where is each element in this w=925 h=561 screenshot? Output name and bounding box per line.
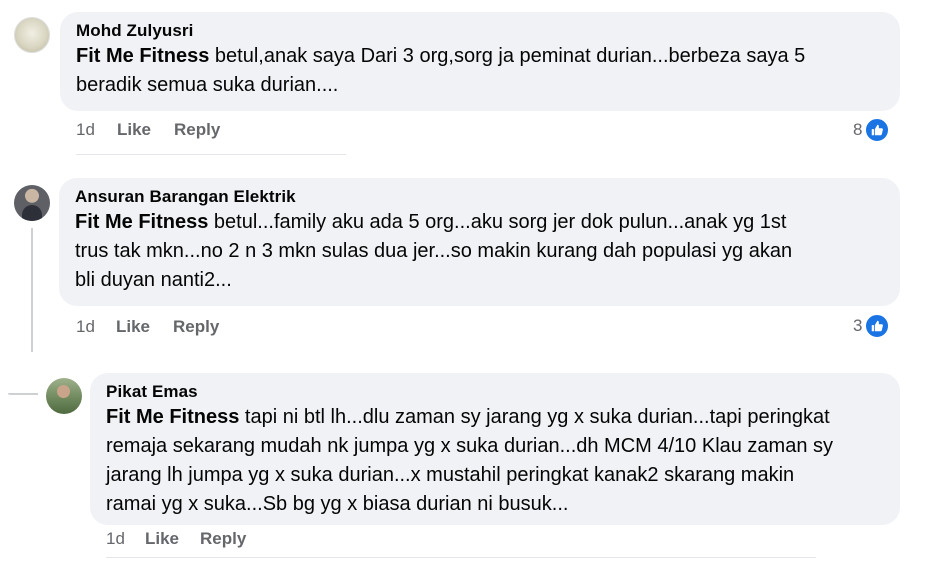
timestamp[interactable]: 1d [76,317,95,337]
comment-author[interactable]: Ansuran Barangan Elektrik [75,186,884,208]
comment-text-line: betul,anak saya Dari 3 org,sorg ja pemin… [209,45,806,67]
reply-button[interactable]: Reply [173,317,219,337]
comment-text-line: bli duyan nanti2... [75,269,232,291]
reaction-summary[interactable]: 8 [853,117,891,143]
comment-bubble: Mohd Zulyusri Fit Me Fitness betul,anak … [60,12,900,111]
comment-text: Fit Me Fitness betul...family aku ada 5 … [75,208,884,295]
like-button[interactable]: Like [116,317,150,337]
timestamp[interactable]: 1d [76,120,95,140]
reply-button[interactable]: Reply [174,120,220,140]
thread-connector-branch [8,393,38,395]
comment-bubble: Pikat Emas Fit Me Fitness tapi ni btl lh… [90,373,900,525]
comment-text-line: beradik semua suka durian.... [76,74,339,96]
avatar[interactable] [46,378,82,414]
reaction-count: 8 [853,120,863,139]
mention-tag[interactable]: Fit Me Fitness [76,45,209,67]
divider [106,557,816,558]
comment-author[interactable]: Mohd Zulyusri [76,20,884,42]
thread-connector-vertical [31,228,33,352]
comment-bubble: Ansuran Barangan Elektrik Fit Me Fitness… [59,178,900,306]
comment-text-line: tapi ni btl lh...dlu zaman sy jarang yg … [239,406,830,428]
mention-tag[interactable]: Fit Me Fitness [106,406,239,428]
like-thumb-icon [864,313,891,339]
comment-text-line: remaja sekarang mudah nk jumpa yg x suka… [106,435,834,457]
avatar[interactable] [14,185,50,221]
comment-text: Fit Me Fitness tapi ni btl lh...dlu zama… [106,403,884,519]
comment-text-line: ramai yg x suka...Sb bg yg x biasa duria… [106,493,569,515]
reply-button[interactable]: Reply [200,529,246,549]
mention-tag[interactable]: Fit Me Fitness [75,211,208,233]
comment-text-line: betul...family aku ada 5 org...aku sorg … [208,211,787,233]
reaction-count: 3 [853,316,863,335]
avatar[interactable] [14,17,50,53]
timestamp[interactable]: 1d [106,529,125,549]
reaction-summary[interactable]: 3 [853,313,891,339]
comment-text: Fit Me Fitness betul,anak saya Dari 3 or… [76,42,884,100]
like-button[interactable]: Like [145,529,179,549]
comment-text-line: jarang lh jumpa yg x suka durian...x mus… [106,464,795,486]
like-thumb-icon [864,117,891,143]
comment-text-line: trus tak mkn...no 2 n 3 mkn sulas dua je… [75,240,793,262]
divider [76,154,346,155]
like-button[interactable]: Like [117,120,151,140]
comment-author[interactable]: Pikat Emas [106,381,884,403]
